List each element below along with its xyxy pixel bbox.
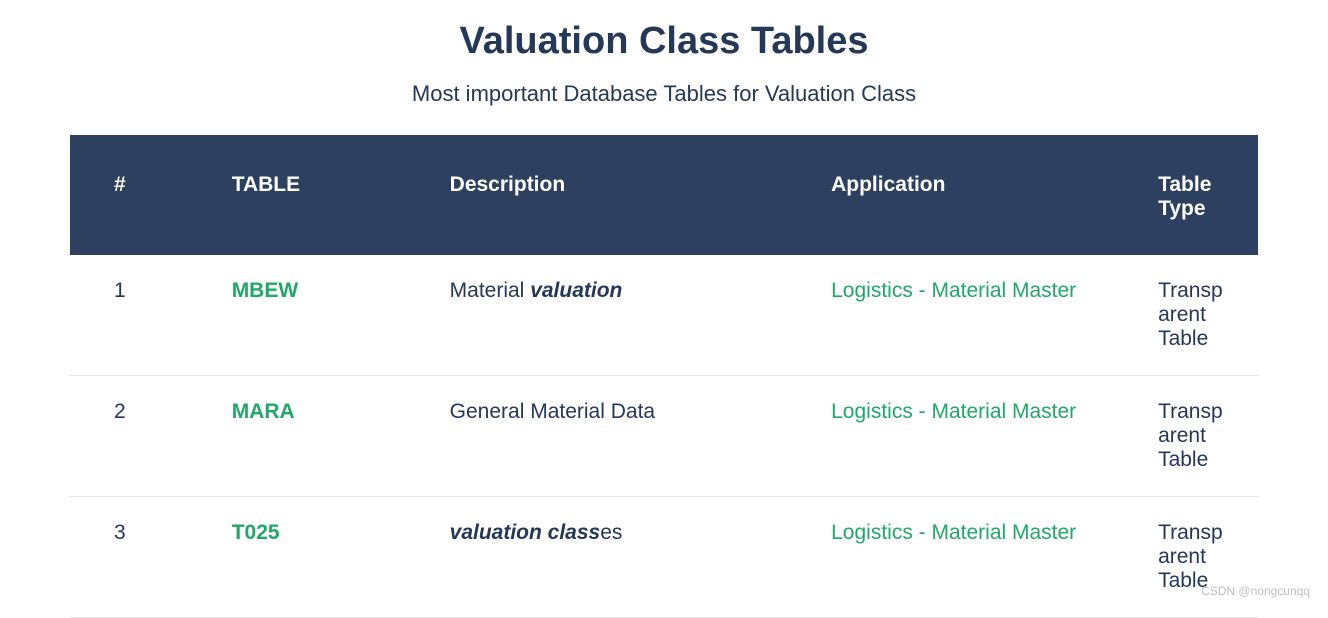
col-header-description: Description	[430, 139, 811, 255]
cell-table: MBEW	[212, 255, 430, 376]
watermark: CSDN @nongcunqq	[1201, 584, 1310, 598]
table-name-link[interactable]: MBEW	[232, 279, 299, 302]
cell-type: Transparent Table	[1138, 497, 1258, 618]
application-link[interactable]: Logistics - Material Master	[831, 521, 1076, 544]
cell-num: 1	[70, 255, 212, 376]
desc-suffix: es	[600, 521, 622, 544]
page-subtitle: Most important Database Tables for Valua…	[70, 81, 1258, 107]
col-header-application: Application	[811, 139, 1138, 255]
cell-type: Transparent Table	[1138, 255, 1258, 376]
application-link[interactable]: Logistics - Material Master	[831, 400, 1076, 423]
cell-num: 2	[70, 376, 212, 497]
col-header-type: Table Type	[1138, 139, 1258, 255]
cell-description: Material valuation	[430, 255, 811, 376]
table-name-link[interactable]: MARA	[232, 400, 295, 423]
cell-table: MARA	[212, 376, 430, 497]
cell-type: Transparent Table	[1138, 376, 1258, 497]
table-container: # TABLE Description Application Table Ty…	[70, 135, 1258, 618]
desc-emphasis: valuation class	[450, 521, 601, 544]
table-header-row: # TABLE Description Application Table Ty…	[70, 139, 1258, 255]
cell-num: 3	[70, 497, 212, 618]
col-header-table: TABLE	[212, 139, 430, 255]
table-row: 1 MBEW Material valuation Logistics - Ma…	[70, 255, 1258, 376]
col-header-num: #	[70, 139, 212, 255]
cell-application: Logistics - Material Master	[811, 497, 1138, 618]
desc-emphasis: valuation	[530, 279, 622, 302]
cell-description: valuation classes	[430, 497, 811, 618]
cell-application: Logistics - Material Master	[811, 255, 1138, 376]
cell-application: Logistics - Material Master	[811, 376, 1138, 497]
table-row: 2 MARA General Material Data Logistics -…	[70, 376, 1258, 497]
table-row: 3 T025 valuation classes Logistics - Mat…	[70, 497, 1258, 618]
desc-text: General Material Data	[450, 400, 655, 423]
cell-description: General Material Data	[430, 376, 811, 497]
application-link[interactable]: Logistics - Material Master	[831, 279, 1076, 302]
valuation-class-table: # TABLE Description Application Table Ty…	[70, 139, 1258, 618]
desc-text: Material	[450, 279, 531, 302]
page-title: Valuation Class Tables	[70, 20, 1258, 63]
cell-table: T025	[212, 497, 430, 618]
table-name-link[interactable]: T025	[232, 521, 280, 544]
